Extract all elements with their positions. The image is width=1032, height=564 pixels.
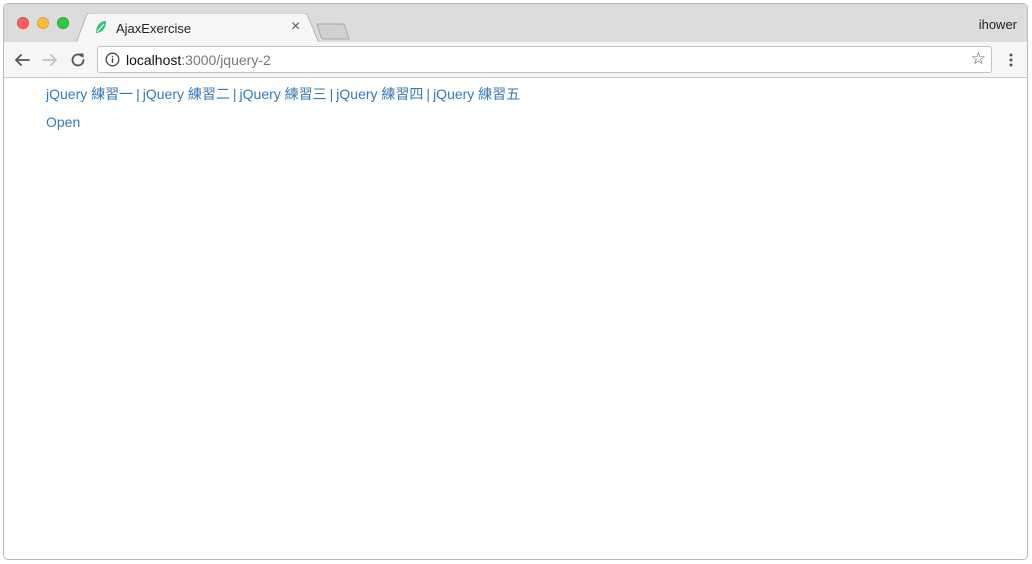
nav-link-exercise-4[interactable]: jQuery 練習四 <box>336 86 423 102</box>
forward-arrow-icon[interactable] <box>41 51 59 69</box>
browser-toolbar: localhost:3000/jquery-2 ☆ <box>4 42 1027 78</box>
new-tab-button[interactable] <box>316 23 350 40</box>
kebab-menu-icon[interactable] <box>1003 52 1019 68</box>
url-host: localhost <box>126 52 182 68</box>
close-window-button[interactable] <box>17 17 29 29</box>
reload-icon[interactable] <box>69 51 87 69</box>
nav-separator: | <box>329 86 334 102</box>
url-path: :3000/jquery-2 <box>181 52 271 68</box>
star-icon[interactable]: ☆ <box>971 50 986 68</box>
back-arrow-icon[interactable] <box>13 51 31 69</box>
open-link[interactable]: Open <box>46 114 80 130</box>
url-text[interactable]: localhost:3000/jquery-2 <box>126 52 271 68</box>
title-bar: AjaxExercise × ihower <box>4 4 1027 43</box>
minimize-window-button[interactable] <box>37 17 49 29</box>
page-content: jQuery 練習一 | jQuery 練習二 | jQuery 練習三 | jQuery … <box>4 78 1027 559</box>
exercise-nav: jQuery 練習一 | jQuery 練習二 | jQuery 練習三 | jQuery … <box>46 84 520 104</box>
nav-separator: | <box>232 86 237 102</box>
nav-link-exercise-1[interactable]: jQuery 練習一 <box>46 86 133 102</box>
maximize-window-button[interactable] <box>57 17 69 29</box>
address-bar[interactable]: localhost:3000/jquery-2 ☆ <box>97 46 992 73</box>
tab-background <box>76 13 320 43</box>
tab-active[interactable]: AjaxExercise × <box>76 13 320 43</box>
nav-link-exercise-3[interactable]: jQuery 練習三 <box>240 86 327 102</box>
nav-separator: | <box>426 86 431 102</box>
close-tab-icon[interactable]: × <box>291 18 300 36</box>
profile-button[interactable]: ihower <box>979 17 1017 32</box>
info-icon[interactable] <box>105 52 120 67</box>
tab-title: AjaxExercise <box>116 21 192 36</box>
nav-separator: | <box>136 86 140 102</box>
nav-link-exercise-2[interactable]: jQuery 練習二 <box>143 86 230 102</box>
nav-link-exercise-5[interactable]: jQuery 練習五 <box>433 86 520 102</box>
browser-window: AjaxExercise × ihower localhost:3000/jqu… <box>3 3 1028 560</box>
leaf-icon <box>96 21 106 33</box>
